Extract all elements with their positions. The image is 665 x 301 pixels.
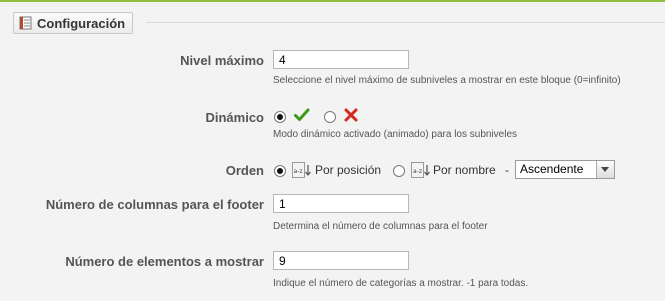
order-label: Orden — [225, 163, 264, 178]
sort-position-icon: a-z — [292, 162, 312, 184]
chevron-down-icon[interactable] — [596, 161, 614, 178]
fieldset-divider — [146, 22, 665, 23]
svg-text:a-z: a-z — [413, 168, 422, 175]
footer-columns-label: Número de columnas para el footer — [45, 197, 264, 212]
dynamic-no-radio[interactable] — [324, 111, 336, 123]
order-direction-select[interactable]: Ascendente — [515, 160, 615, 179]
fieldset-title: Configuración — [37, 15, 126, 31]
order-name-label: Por nombre — [433, 163, 496, 177]
dynamic-label: Dinámico — [205, 110, 264, 125]
cross-icon[interactable] — [344, 108, 358, 127]
dynamic-yes-radio[interactable] — [274, 111, 286, 123]
dynamic-help: Modo dinámico activado (animado) para lo… — [273, 129, 518, 140]
num-elements-help: Indique el número de categorías a mostra… — [273, 278, 529, 289]
settings-icon — [19, 16, 33, 30]
sort-name-icon: a-z — [411, 162, 431, 184]
max-level-label: Nivel máximo — [180, 53, 264, 68]
order-separator: - — [505, 163, 509, 177]
order-name-radio[interactable] — [393, 165, 405, 177]
svg-text:a-z: a-z — [294, 168, 303, 175]
order-position-label: Por posición — [315, 163, 382, 177]
order-direction-value: Ascendente — [520, 162, 584, 176]
num-elements-label: Número de elementos a mostrar — [65, 254, 264, 269]
check-icon[interactable] — [294, 108, 310, 127]
top-accent-line — [0, 0, 665, 2]
num-elements-input[interactable] — [273, 251, 409, 270]
footer-columns-input[interactable] — [273, 194, 409, 213]
max-level-help: Seleccione el nivel máximo de subniveles… — [273, 75, 621, 86]
footer-columns-help: Determina el número de columnas para el … — [273, 221, 488, 232]
max-level-input[interactable] — [273, 50, 409, 69]
fieldset-legend: Configuración — [13, 12, 134, 34]
order-position-radio[interactable] — [274, 165, 286, 177]
